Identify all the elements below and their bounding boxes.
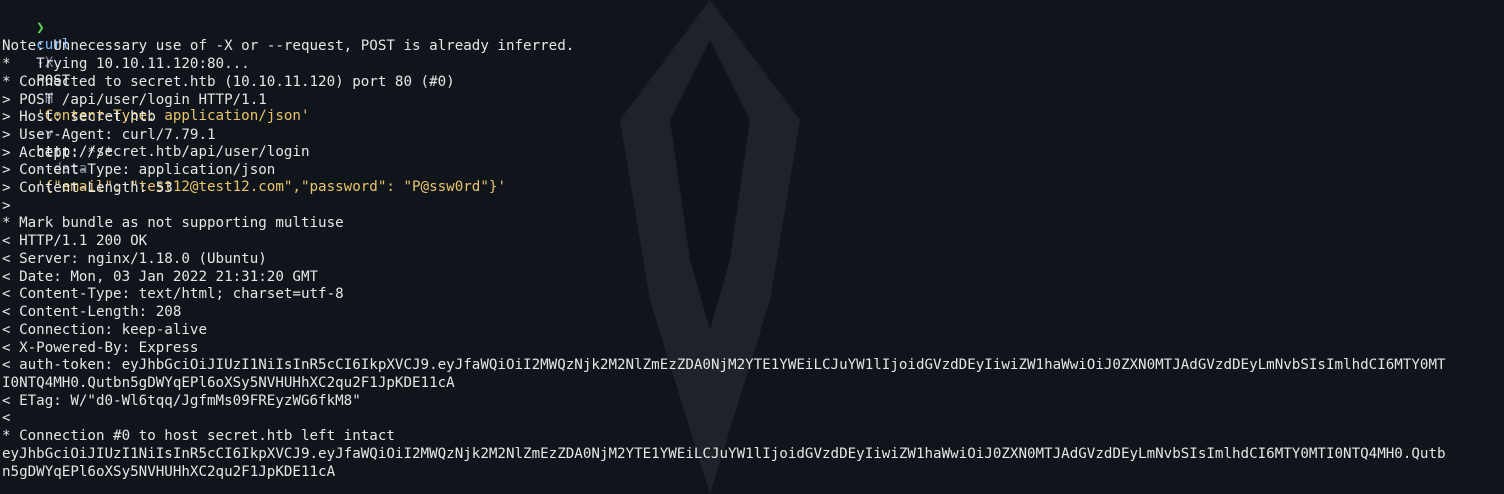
output-line: * Trying 10.10.11.120:80...	[2, 56, 250, 72]
output-line: * Mark bundle as not supporting multiuse	[2, 215, 344, 231]
output-line: > Content-Type: application/json	[2, 162, 276, 178]
output-line: < auth-token: eyJhbGciOiJIUzI1NiIsInR5cC…	[2, 357, 1446, 373]
output-line: < Server: nginx/1.18.0 (Ubuntu)	[2, 251, 267, 267]
output-line: >	[2, 198, 11, 214]
output-line: < ETag: W/"d0-Wl6tqq/JgfmMs09FREyzWG6fkM…	[2, 393, 361, 409]
output-line: < Connection: keep-alive	[2, 322, 207, 338]
output-line: > User-Agent: curl/7.79.1	[2, 127, 216, 143]
output-line: < Content-Length: 208	[2, 304, 182, 320]
output-line: < Content-Type: text/html; charset=utf-8	[2, 286, 344, 302]
output-line: n5gDWYqEPl6oXSy5NVHUHhXC2qu2F1JpKDE11cA	[2, 464, 336, 480]
terminal-window[interactable]: ❯ curl -X POST -H 'Content-Type: applica…	[0, 0, 1504, 494]
output-line: < X-Powered-By: Express	[2, 340, 199, 356]
output-line: eyJhbGciOiJIUzI1NiIsInR5cCI6IkpXVCJ9.eyJ…	[2, 446, 1446, 462]
output-line: < Date: Mon, 03 Jan 2022 21:31:20 GMT	[2, 269, 319, 285]
output-line: * Connection #0 to host secret.htb left …	[2, 428, 395, 444]
output-line: > POST /api/user/login HTTP/1.1	[2, 92, 267, 108]
output-line: > Host: secret.htb	[2, 109, 156, 125]
output-line: <	[2, 410, 11, 426]
output-line: > Content-Length: 53	[2, 180, 173, 196]
output-line: < HTTP/1.1 200 OK	[2, 233, 148, 249]
prompt-icon: ❯	[36, 19, 45, 36]
output-line: * Connected to secret.htb (10.10.11.120)…	[2, 74, 455, 90]
output-line: > Accept: */*	[2, 145, 114, 161]
output-line: Note: Unnecessary use of -X or --request…	[2, 38, 575, 54]
output-line: I0NTQ4MH0.Qutbn5gDWYqEPl6oXSy5NVHUHhXC2q…	[2, 375, 455, 391]
